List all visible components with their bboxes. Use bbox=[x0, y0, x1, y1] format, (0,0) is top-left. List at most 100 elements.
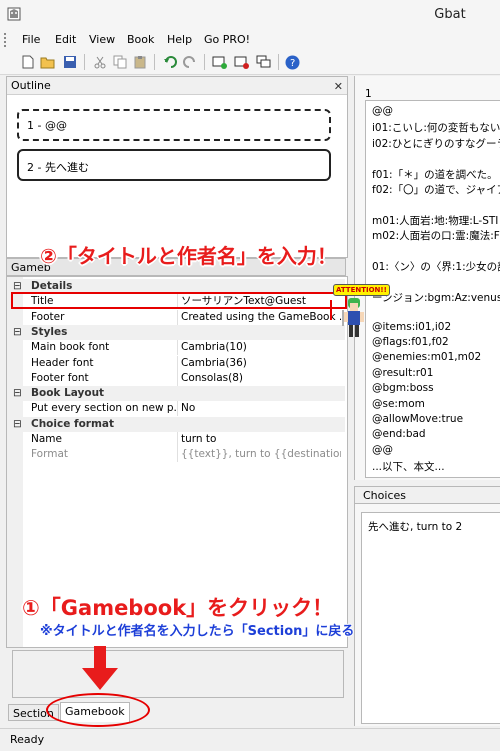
collapse-icon[interactable]: ⊟ bbox=[13, 417, 22, 432]
property-value[interactable]: Cambria(10) bbox=[181, 340, 341, 355]
editor-line: f02:「〇」の道で、ジャイアント bbox=[372, 184, 500, 196]
property-category-label: Book Layout bbox=[31, 387, 105, 400]
editor-line: f01:「＊」の道を調べた。 bbox=[372, 168, 498, 181]
editor-line: @se:mom bbox=[372, 397, 425, 410]
choices-list[interactable]: 先へ進む, turn to 2 bbox=[361, 512, 500, 724]
property-row[interactable]: Footer font Consolas(8) bbox=[7, 370, 345, 386]
collapse-icon[interactable]: ⊟ bbox=[13, 386, 22, 401]
outline-item-label: 1 - @@ bbox=[27, 119, 67, 132]
annotation-step2: ②「タイトルと作者名」を入力！ bbox=[40, 244, 337, 268]
property-row[interactable]: Main book font Cambria(10) bbox=[7, 340, 345, 356]
choices-title: Choices bbox=[363, 489, 406, 502]
property-value[interactable]: Cambria(36) bbox=[181, 356, 341, 371]
property-name: Format bbox=[31, 447, 178, 463]
editor-line: i01:こいし:何の変哲もない。ス bbox=[372, 122, 500, 135]
outline-panel: Outline ✕ 1 - @@ 2 - 先へ進む bbox=[6, 76, 348, 258]
property-value[interactable]: No bbox=[181, 401, 341, 416]
menu-help[interactable]: Help bbox=[167, 33, 192, 46]
outline-header: Outline ✕ bbox=[7, 77, 347, 95]
property-value[interactable]: turn to bbox=[181, 432, 341, 447]
choice-item[interactable]: 先へ進む, turn to 2 bbox=[368, 519, 462, 534]
collapse-icon[interactable]: ⊟ bbox=[13, 325, 22, 340]
close-icon[interactable]: ✕ bbox=[334, 78, 343, 96]
editor-line: m01:人面岩:地:物理:L-STI bbox=[372, 214, 499, 227]
choices-header: Choices bbox=[354, 486, 500, 504]
menu-go-pro[interactable]: Go PRO! bbox=[204, 33, 250, 46]
svg-text:?: ? bbox=[290, 58, 295, 69]
status-bar: Ready bbox=[0, 728, 500, 750]
outline-item[interactable]: 1 - @@ bbox=[17, 109, 331, 141]
property-category[interactable]: ⊟ Book Layout bbox=[7, 386, 345, 402]
annotation-step1: ①「Gamebook」をクリック！ bbox=[22, 596, 334, 620]
open-folder-icon[interactable] bbox=[40, 54, 56, 70]
menu-view[interactable]: View bbox=[89, 33, 115, 46]
property-category-label: Choice format bbox=[31, 417, 115, 430]
section-number: 1 bbox=[365, 88, 372, 100]
property-name: Header font bbox=[31, 355, 178, 371]
property-row[interactable]: Name turn to bbox=[7, 432, 345, 447]
property-name: Name bbox=[31, 432, 178, 447]
menu-file[interactable]: File bbox=[22, 33, 40, 46]
new-file-icon[interactable] bbox=[20, 54, 36, 70]
property-category-label: Styles bbox=[31, 325, 68, 338]
copy-icon[interactable] bbox=[112, 54, 128, 70]
menu-grip bbox=[4, 33, 9, 47]
status-text: Ready bbox=[10, 733, 45, 746]
mascot-character-icon bbox=[342, 298, 364, 337]
help-icon[interactable]: ? bbox=[284, 54, 300, 70]
editor-line: @@ bbox=[372, 443, 393, 456]
toolbar-separator bbox=[278, 54, 279, 70]
highlight-box bbox=[11, 292, 347, 309]
toolbar-separator bbox=[84, 54, 85, 70]
property-value[interactable]: Consolas(8) bbox=[181, 371, 341, 386]
highlight-ellipse bbox=[46, 693, 150, 727]
toolbar: ? bbox=[0, 50, 500, 75]
menu-book[interactable]: Book bbox=[127, 33, 154, 46]
outline-title: Outline bbox=[11, 79, 51, 92]
editor-line: @enemies:m01,m02 bbox=[372, 351, 482, 364]
editor-line: ...以下、本文... bbox=[372, 461, 445, 474]
editor-line: @@ bbox=[372, 105, 393, 117]
highlight-connector bbox=[330, 300, 332, 320]
arrow-down-icon bbox=[82, 646, 118, 690]
editor-line: 01:〈ン〉の〈界:1:少女の部 bbox=[372, 261, 500, 273]
property-value[interactable]: {{text}}, turn to {{destination}} bbox=[181, 447, 341, 462]
property-name: Put every section on new p... bbox=[31, 401, 178, 417]
save-icon[interactable] bbox=[62, 54, 78, 70]
remove-section-icon[interactable] bbox=[234, 54, 250, 70]
editor-line: @flags:f01,f02 bbox=[372, 336, 449, 348]
property-value[interactable]: Created using the GameBook ... bbox=[181, 310, 341, 325]
property-row[interactable]: Footer Created using the GameBook ... bbox=[7, 309, 345, 325]
toolbar-separator bbox=[154, 54, 155, 70]
add-section-icon[interactable] bbox=[212, 54, 228, 70]
duplicate-section-icon[interactable] bbox=[256, 54, 272, 70]
editor-line: @bgm:boss bbox=[372, 382, 434, 395]
editor-line: ーンジョン:bgm:Az:venus bbox=[372, 291, 500, 304]
paste-icon[interactable] bbox=[132, 54, 148, 70]
property-name: Main book font bbox=[31, 340, 178, 356]
section-editor-panel: 1 @@ i01:こいし:何の変哲もない。ス i02:ひとにぎりのすなグーランの f0… bbox=[354, 76, 500, 480]
property-description-box bbox=[12, 650, 344, 698]
cut-icon[interactable] bbox=[92, 54, 108, 70]
menu-edit[interactable]: Edit bbox=[55, 33, 76, 46]
attention-badge: ATTENTION!! bbox=[333, 284, 390, 296]
editor-line: @end:bad bbox=[372, 428, 426, 441]
redo-icon[interactable] bbox=[182, 54, 198, 70]
property-category[interactable]: ⊟ Styles bbox=[7, 324, 345, 340]
editor-line: i02:ひとにぎりのすなグーランの bbox=[372, 137, 500, 150]
property-row[interactable]: Put every section on new p... No bbox=[7, 401, 345, 417]
property-category[interactable]: ⊟ Choice format bbox=[7, 416, 345, 432]
choices-panel: 先へ進む, turn to 2 bbox=[354, 504, 500, 726]
property-name: Footer bbox=[31, 309, 178, 325]
annotation-note: ※タイトルと作者名を入力したら「Section」に戻る bbox=[40, 624, 355, 639]
window-title: Gbat bbox=[434, 7, 466, 22]
outline-item-label: 2 - 先へ進む bbox=[27, 161, 89, 174]
property-name: Footer font bbox=[31, 370, 178, 386]
property-row[interactable]: Format{{text}}, turn to {{destination}} bbox=[7, 447, 345, 463]
outline-item[interactable]: 2 - 先へ進む bbox=[17, 149, 331, 181]
editor-line: @allowMove:true bbox=[372, 413, 464, 425]
property-row[interactable]: Header font Cambria(36) bbox=[7, 355, 345, 371]
undo-icon[interactable] bbox=[162, 54, 178, 70]
editor-line: @items:i01,i02 bbox=[372, 320, 452, 333]
editor-line: @result:r01 bbox=[372, 366, 434, 379]
